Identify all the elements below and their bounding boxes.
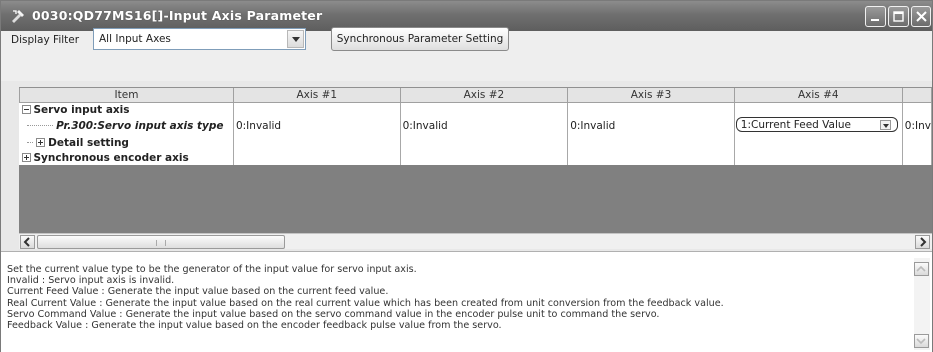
close-icon [916, 11, 927, 22]
chevron-down-icon [916, 338, 926, 345]
chevron-up-icon [916, 265, 926, 272]
cell [233, 150, 401, 165]
column-header-axis-3[interactable]: Axis #3 [567, 88, 735, 103]
display-filter-value: All Input Axes [99, 33, 171, 45]
display-filter-label: Display Filter [11, 34, 80, 46]
synchronous-parameter-setting-button[interactable]: Synchronous Parameter Setting [331, 27, 509, 51]
collapse-icon[interactable] [21, 104, 31, 114]
chevron-right-icon [920, 237, 927, 247]
dropdown-arrow-icon[interactable] [287, 30, 304, 48]
cell [567, 150, 735, 165]
table-row: Servo input axis [19, 102, 932, 117]
display-filter-select[interactable]: All Input Axes [93, 28, 306, 50]
expand-icon[interactable] [21, 152, 31, 162]
axis-4-type-select[interactable]: 1:Current Feed Value [735, 117, 898, 132]
description-line: Servo Command Value : Generate the input… [7, 308, 660, 320]
cell [233, 102, 401, 117]
cell [902, 135, 932, 150]
close-button[interactable] [911, 6, 931, 27]
expand-icon[interactable] [36, 137, 46, 147]
description-panel: Set the current value type to be the gen… [1, 251, 932, 352]
tree-item-servo-input-axis-type[interactable]: Pr.300:Servo input axis type [19, 117, 234, 135]
cell [400, 135, 569, 150]
tree-item-detail-setting[interactable]: Detail setting [19, 135, 234, 150]
cell [734, 102, 903, 117]
cell [400, 102, 569, 117]
cell [902, 150, 932, 165]
input-axis-parameter-window: 0030:QD77MS16[]-Input Axis Parameter Dis… [0, 0, 933, 352]
column-header-axis-1[interactable]: Axis #1 [232, 88, 401, 103]
column-header-item[interactable]: Item [19, 88, 234, 103]
scroll-thumb[interactable] [37, 235, 285, 249]
description-line: Current Feed Value : Generate the input … [7, 286, 389, 298]
table-row: Detail setting [19, 135, 932, 150]
scroll-down-button[interactable] [914, 334, 929, 348]
scroll-right-button[interactable] [915, 235, 930, 249]
cell [902, 102, 932, 117]
scroll-left-button[interactable] [20, 235, 35, 249]
column-header-axis-2[interactable]: Axis #2 [399, 88, 569, 103]
minimize-button[interactable] [865, 6, 886, 27]
axis-4-value-cell[interactable]: 1:Current Feed Value [734, 117, 903, 135]
maximize-button[interactable] [888, 6, 909, 27]
description-line: Invalid : Servo input axis is invalid. [7, 275, 175, 287]
cell [734, 150, 903, 165]
grid-header-row: Item Axis #1 Axis #2 Axis #3 Axis #4 [19, 88, 932, 103]
description-line: Set the current value type to be the gen… [7, 264, 417, 275]
horizontal-scrollbar[interactable] [19, 233, 932, 249]
minimize-icon [871, 19, 879, 21]
maximize-icon [893, 11, 904, 22]
axis-3-value[interactable]: 0:Invalid [567, 117, 735, 135]
column-header-axis-4[interactable]: Axis #4 [733, 88, 903, 103]
cell [233, 135, 401, 150]
tree-item-synchronous-encoder-axis[interactable]: Synchronous encoder axis [19, 150, 234, 165]
vertical-scrollbar[interactable] [914, 258, 930, 350]
app-icon [10, 8, 26, 24]
axis-2-value[interactable]: 0:Invalid [400, 117, 569, 135]
column-header-partial [901, 88, 932, 103]
tree-item-servo-input-axis[interactable]: Servo input axis [19, 102, 234, 117]
scroll-up-button[interactable] [914, 262, 929, 276]
table-row: Pr.300:Servo input axis type 0:Invalid 0… [19, 117, 932, 135]
window-title: 0030:QD77MS16[]-Input Axis Parameter [32, 8, 323, 23]
cell [567, 102, 735, 117]
cell [734, 135, 903, 150]
description-line: Feedback Value : Generate the input valu… [7, 320, 502, 332]
grip-icon [156, 240, 166, 246]
chevron-down-icon[interactable] [879, 120, 891, 130]
parameter-grid: Item Axis #1 Axis #2 Axis #3 Axis #4 Ser… [19, 87, 932, 233]
axis-4-type-value: 1:Current Feed Value [740, 119, 852, 131]
cell [400, 150, 569, 165]
table-row: Synchronous encoder axis [19, 150, 932, 165]
axis-5-value-partial[interactable]: 0:Inv [902, 117, 932, 135]
axis-1-value[interactable]: 0:Invalid [233, 117, 401, 135]
cell [567, 135, 735, 150]
description-text: Set the current value type to be the gen… [7, 264, 724, 331]
chevron-left-icon [23, 237, 30, 247]
description-line: Real Current Value : Generate the input … [7, 297, 724, 309]
